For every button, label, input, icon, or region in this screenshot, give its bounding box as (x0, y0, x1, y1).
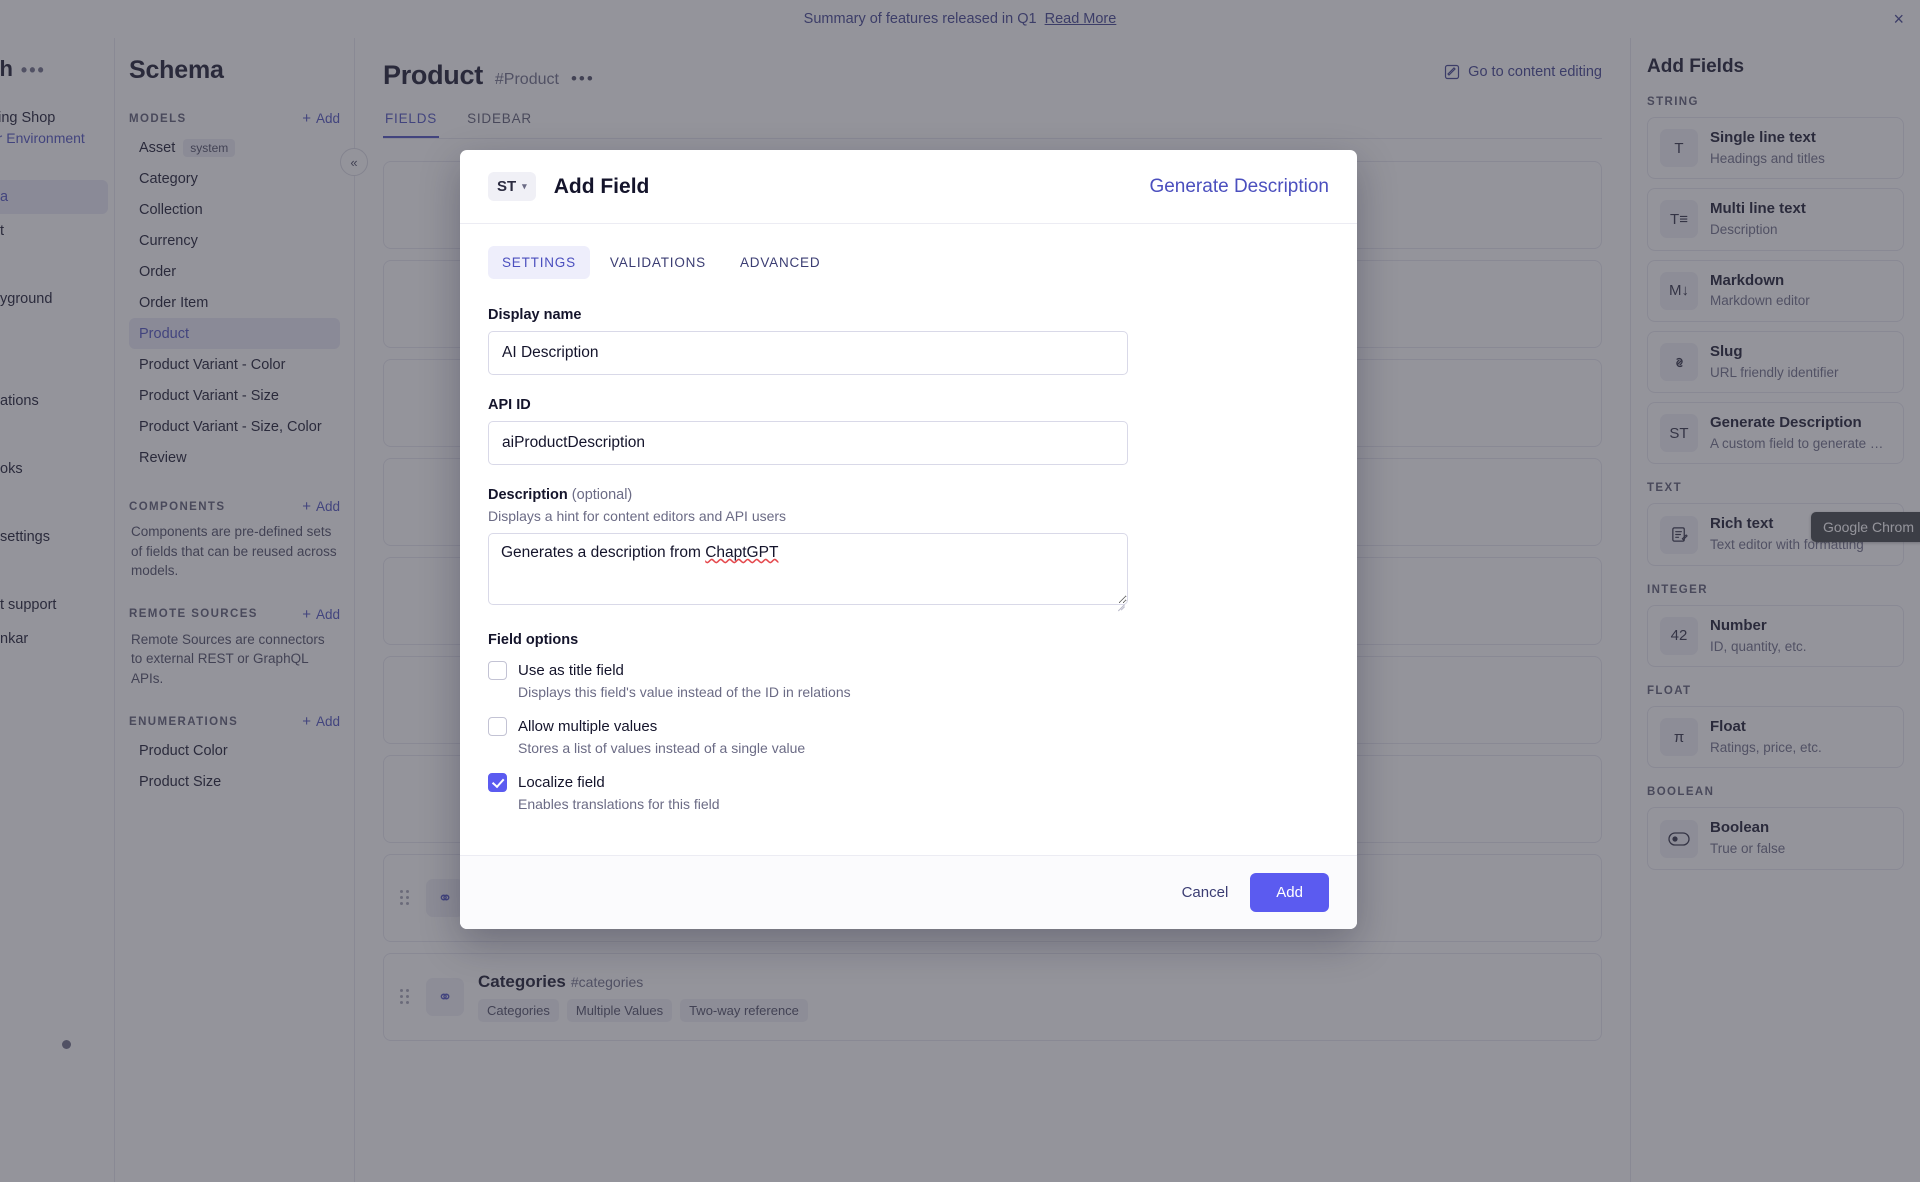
description-block: Description (optional) Displays a hint f… (488, 487, 1329, 610)
option-sub: Enables translations for this field (518, 796, 720, 812)
option-line: Localize field (488, 773, 1329, 792)
api-id-block: API ID (488, 397, 1329, 465)
add-button[interactable]: Add (1250, 873, 1329, 912)
option-line: Use as title field (488, 661, 1329, 680)
tab-advanced[interactable]: ADVANCED (726, 246, 834, 279)
option-label: Allow multiple values (518, 718, 658, 735)
dialog-footer: Cancel Add (460, 855, 1357, 929)
field-type-chip[interactable]: ST ▾ (488, 172, 536, 201)
option-label: Use as title field (518, 662, 624, 679)
description-optional-suffix: (optional) (571, 487, 633, 503)
description-textarea-wrap: Generates a description from ChaptGPT (488, 533, 1128, 610)
add-field-dialog: ST ▾ Add Field Generate Description SETT… (460, 150, 1357, 929)
dialog-tabs: SETTINGS VALIDATIONS ADVANCED (488, 246, 1329, 279)
api-id-input[interactable] (488, 421, 1128, 465)
option-use-as-title-field[interactable]: Use as title field Displays this field's… (488, 661, 1329, 700)
field-options-block: Field options Use as title field Display… (488, 632, 1329, 812)
dialog-body: SETTINGS VALIDATIONS ADVANCED Display na… (460, 224, 1357, 855)
description-hint: Displays a hint for content editors and … (488, 508, 787, 524)
field-options-title: Field options (488, 632, 579, 648)
option-label: Localize field (518, 774, 605, 791)
display-name-block: Display name (488, 307, 1329, 375)
checkbox-localize-field[interactable] (488, 773, 507, 792)
app-root: Summary of features released in Q1 Read … (0, 0, 1920, 1182)
cancel-button[interactable]: Cancel (1182, 884, 1229, 901)
tab-validations[interactable]: VALIDATIONS (596, 246, 720, 279)
option-sub: Displays this field's value instead of t… (518, 684, 851, 700)
api-id-label: API ID (488, 397, 531, 413)
display-name-label: Display name (488, 307, 582, 323)
description-label-text: Description (488, 487, 568, 503)
checkbox-use-as-title-field[interactable] (488, 661, 507, 680)
chevron-down-icon: ▾ (522, 181, 527, 191)
option-allow-multiple-values[interactable]: Allow multiple values Stores a list of v… (488, 717, 1329, 756)
description-label: Description (optional) (488, 487, 1329, 503)
option-line: Allow multiple values (488, 717, 1329, 736)
generate-description-link[interactable]: Generate Description (1149, 176, 1329, 198)
option-localize-field[interactable]: Localize field Enables translations for … (488, 773, 1329, 812)
dialog-header: ST ▾ Add Field Generate Description (460, 150, 1357, 224)
checkbox-allow-multiple-values[interactable] (488, 717, 507, 736)
option-sub: Stores a list of values instead of a sin… (518, 740, 806, 756)
description-textarea[interactable] (488, 533, 1128, 605)
display-name-input[interactable] (488, 331, 1128, 375)
tab-settings[interactable]: SETTINGS (488, 246, 590, 279)
dialog-title: Add Field (553, 174, 650, 198)
field-type-chip-label: ST (497, 178, 517, 195)
